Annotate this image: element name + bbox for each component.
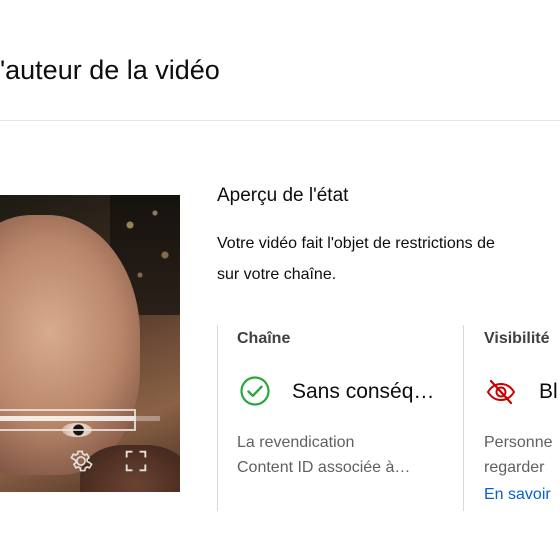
visibility-detail-line2: regarder — [484, 459, 545, 476]
column-divider-left — [217, 325, 218, 511]
visibility-detail-line1: Personne — [484, 434, 553, 451]
fullscreen-icon[interactable] — [122, 447, 150, 475]
status-description-line1: Votre vidéo fait l'objet de restrictions… — [217, 235, 495, 252]
learn-more-link[interactable]: En savoir — [484, 482, 551, 507]
channel-detail-line1: La revendication — [237, 434, 355, 451]
status-description-line2: sur votre chaîne. — [217, 266, 337, 283]
page-title: l'auteur de la vidéo — [0, 55, 220, 85]
channel-column-heading: Chaîne — [237, 330, 291, 347]
status-overview-title: Aperçu de l'état — [217, 185, 349, 206]
status-description: Votre vidéo fait l'objet de restrictions… — [217, 228, 560, 290]
column-divider-middle — [463, 325, 464, 511]
check-circle-icon — [240, 376, 270, 406]
settings-icon[interactable] — [67, 447, 95, 475]
channel-status-label: Sans conséq… — [292, 380, 435, 403]
header-divider — [0, 120, 560, 121]
visibility-status-label: Bl — [539, 380, 558, 403]
visibility-column-heading: Visibilité — [484, 330, 550, 347]
eye-off-icon — [486, 379, 516, 405]
video-progress-focus-outline — [0, 409, 136, 431]
channel-detail-line2: Content ID associée à… — [237, 459, 411, 476]
